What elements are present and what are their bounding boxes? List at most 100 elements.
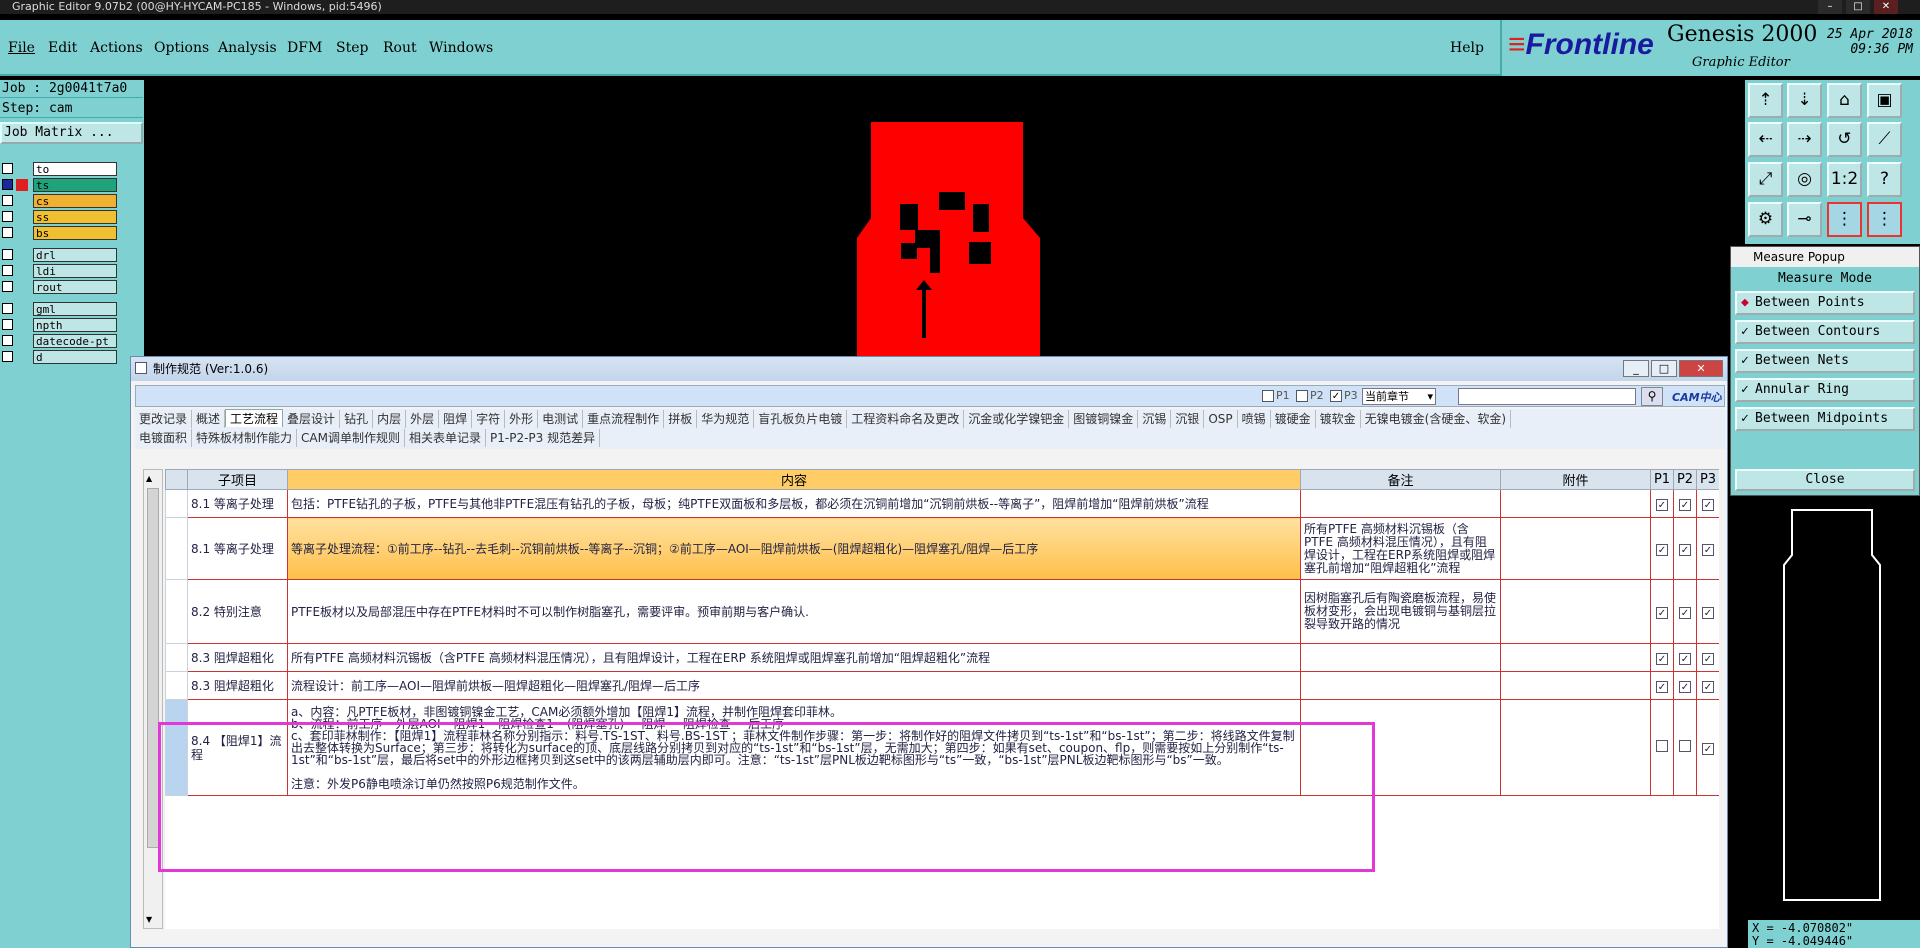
layer-row[interactable]: d [2, 350, 117, 364]
tab-tabs_row2-4[interactable]: P1-P2-P3 规范差异 [486, 429, 601, 447]
row-attachment[interactable] [1500, 671, 1651, 700]
menu-options[interactable]: Options [154, 40, 209, 56]
maximize-button[interactable]: □ [1846, 0, 1870, 14]
row-selector[interactable] [165, 579, 188, 644]
layer-checkbox[interactable] [2, 351, 13, 362]
col-note[interactable]: 备注 [1300, 469, 1501, 490]
measure-annular-ring[interactable]: ✓ Annular Ring [1735, 378, 1915, 402]
tab-tabs_row1-15[interactable]: 工程资料命名及更改 [847, 410, 965, 428]
row-p3-checkbox[interactable]: ✓ [1702, 680, 1714, 693]
zoom-fit-icon[interactable]: ⤢ [1748, 162, 1783, 197]
row-p3-checkbox[interactable]: ✓ [1702, 606, 1714, 619]
row-p2-checkbox[interactable]: ✓ [1679, 543, 1691, 556]
dialog-minimize-button[interactable]: _ [1623, 360, 1649, 377]
tab-tabs_row1-4[interactable]: 钻孔 [340, 410, 374, 428]
layer-checkbox[interactable] [2, 211, 13, 222]
col-p2[interactable]: P2 [1673, 469, 1697, 490]
row-p3-checkbox[interactable]: ✓ [1702, 498, 1714, 511]
snap-icon[interactable]: ↺ [1827, 122, 1862, 157]
help-icon[interactable]: ? [1867, 162, 1902, 197]
layer-checkbox[interactable] [2, 227, 13, 238]
table-row[interactable]: 8.3 阻焊超粗化 流程设计：前工序—AOI—阻焊前烘板—阻焊超粗化—阻焊塞孔/阻… [165, 671, 1719, 700]
tab-tabs_row1-21[interactable]: 喷锡 [1238, 410, 1271, 428]
col-p1[interactable]: P1 [1650, 469, 1674, 490]
measure-between-nets[interactable]: ✓ Between Nets [1735, 349, 1915, 373]
layer-checkbox[interactable] [2, 163, 13, 174]
tab-tabs_row1-8[interactable]: 字符 [472, 410, 506, 428]
tab-tabs_row1-18[interactable]: 沉锡 [1138, 410, 1172, 428]
tab-tabs_row1-1[interactable]: 概述 [192, 410, 226, 428]
menu-analysis[interactable]: Analysis [218, 40, 277, 56]
tab-tabs_row1-22[interactable]: 镀硬金 [1271, 410, 1316, 428]
menu-help[interactable]: Help [1450, 40, 1484, 56]
layer-row[interactable]: cs [2, 194, 117, 208]
row-p2-checkbox[interactable]: ✓ [1679, 680, 1691, 693]
tab-tabs_row1-14[interactable]: 盲孔板负片电镀 [754, 410, 848, 428]
layer-row[interactable]: rout [2, 280, 117, 294]
row-attachment[interactable] [1500, 517, 1651, 580]
tab-tabs_row1-11[interactable]: 重点流程制作 [583, 410, 665, 428]
layer-row[interactable]: ss [2, 210, 117, 224]
probe-icon[interactable]: ⊸ [1787, 202, 1822, 237]
minimize-button[interactable]: – [1818, 0, 1842, 14]
layer-tool-icon[interactable]: ⋮ [1827, 202, 1862, 237]
scope-select[interactable]: 当前章节 ▾ [1362, 388, 1436, 405]
layer-row[interactable]: ldi [2, 264, 117, 278]
layer-row[interactable]: to [2, 162, 117, 176]
tab-tabs_row1-16[interactable]: 沉金或化学镍钯金 [964, 410, 1070, 428]
tab-tabs_row1-5[interactable]: 内层 [373, 410, 407, 428]
tool-right-icon[interactable]: ⇢ [1787, 122, 1822, 157]
table-row[interactable]: 8.3 阻焊超粗化 所有PTFE 高频材料沉锡板（含PTFE 高频材料混压情况），… [165, 643, 1719, 672]
row-p1-checkbox[interactable] [1656, 740, 1668, 752]
tab-tabs_row1-23[interactable]: 镀软金 [1316, 410, 1361, 428]
layer-row[interactable]: drl [2, 248, 117, 262]
row-p1-checkbox[interactable]: ✓ [1656, 652, 1668, 665]
zoom-icon[interactable]: ◎ [1787, 162, 1822, 197]
job-matrix-button[interactable]: Job Matrix ... [0, 122, 143, 144]
table-row[interactable]: 8.1 等离子处理 等离子处理流程：①前工序--钻孔--去毛刺--沉铜前烘板--等… [165, 517, 1719, 580]
row-p2-checkbox[interactable] [1679, 740, 1691, 752]
menu-edit[interactable]: Edit [48, 40, 77, 56]
measure-between-midpoints[interactable]: ✓ Between Midpoints [1735, 407, 1915, 431]
tab-tabs_row1-10[interactable]: 电测试 [538, 410, 584, 428]
layer-checkbox[interactable] [2, 249, 13, 260]
tab-tabs_row1-20[interactable]: OSP [1204, 410, 1238, 428]
measure-icon[interactable]: ⚙ [1748, 202, 1783, 237]
row-p2-checkbox[interactable]: ✓ [1679, 498, 1691, 511]
row-p3-checkbox[interactable]: ✓ [1702, 742, 1714, 755]
layer-row[interactable]: datecode-pt [2, 334, 117, 348]
tab-tabs_row1-3[interactable]: 叠层设计 [283, 410, 341, 428]
tab-tabs_row1-7[interactable]: 阻焊 [439, 410, 473, 428]
tab-tabs_row1-9[interactable]: 外形 [505, 410, 539, 428]
row-attachment[interactable] [1500, 489, 1651, 518]
layer-checkbox[interactable] [2, 319, 13, 330]
tab-tabs_row2-1[interactable]: 特殊板材制作能力 [192, 429, 298, 447]
col-p3[interactable]: P3 [1696, 469, 1719, 490]
row-p2-checkbox[interactable]: ✓ [1679, 652, 1691, 665]
select-all-corner[interactable] [165, 469, 188, 490]
dialog-close-button[interactable]: ✕ [1679, 360, 1723, 377]
p3-filter-checkbox[interactable]: ✓ [1330, 390, 1342, 402]
row-attachment[interactable] [1500, 643, 1651, 672]
dialog-maximize-button[interactable]: □ [1651, 360, 1677, 377]
search-icon[interactable]: ⚲ [1641, 387, 1663, 406]
row-p1-checkbox[interactable]: ✓ [1656, 543, 1668, 556]
menu-rout[interactable]: Rout [383, 40, 417, 56]
scroll-down-icon[interactable]: ▼ [146, 915, 152, 924]
layer-checkbox[interactable] [2, 281, 13, 292]
col-attach[interactable]: 附件 [1500, 469, 1651, 490]
row-attachment[interactable] [1500, 579, 1651, 644]
tool-left-icon[interactable]: ⇠ [1748, 122, 1783, 157]
col-item[interactable]: 子项目 [187, 469, 288, 490]
tab-tabs_row1-24[interactable]: 无镍电镀金(含硬金、软金) [1361, 410, 1512, 428]
measure-between-points[interactable]: ◆ Between Points [1735, 291, 1915, 315]
tab-tabs_row1-19[interactable]: 沉银 [1171, 410, 1205, 428]
layer-checkbox[interactable] [2, 265, 13, 276]
tab-tabs_row2-3[interactable]: 相关表单记录 [405, 429, 486, 447]
layer-checkbox[interactable] [2, 303, 13, 314]
layer-checkbox[interactable] [2, 179, 13, 190]
menu-actions[interactable]: Actions [90, 40, 143, 56]
pan-icon[interactable]: ⟋ [1867, 122, 1902, 157]
tab-tabs_row2-2[interactable]: CAM调单制作规则 [297, 429, 405, 447]
col-content[interactable]: 内容 [287, 469, 1301, 490]
